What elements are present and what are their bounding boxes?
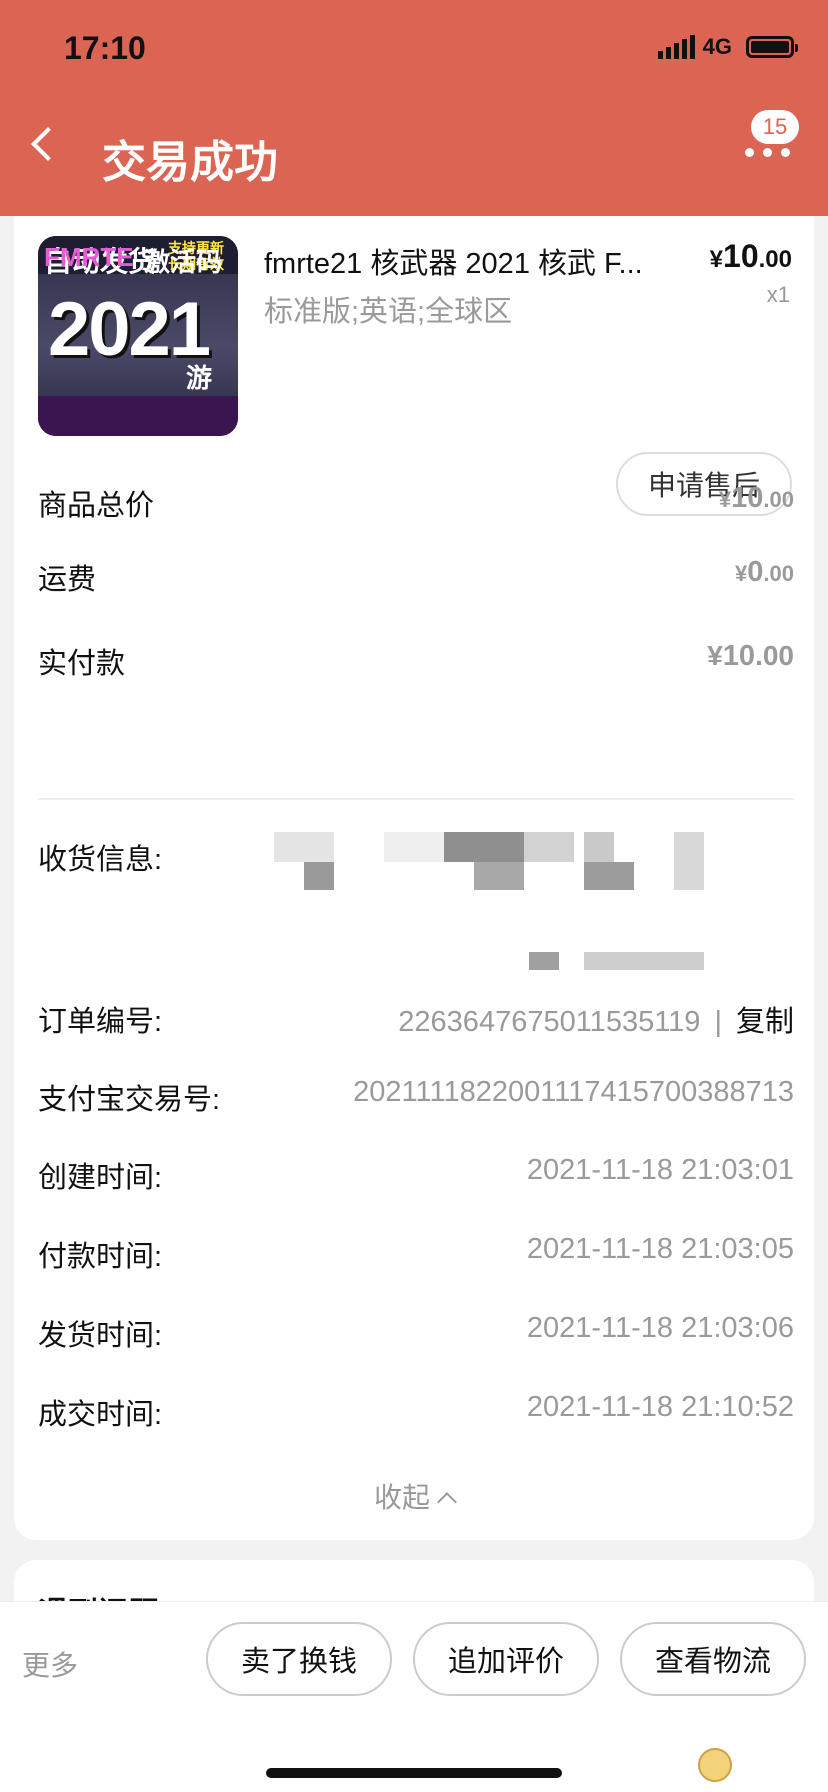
total-price-value: ¥10.00 xyxy=(718,482,794,514)
battery-icon xyxy=(746,36,798,58)
shipping-fee-label: 运费 xyxy=(38,564,97,596)
more-button[interactable]: 更多 xyxy=(22,1644,78,1684)
shipped-time-label: 发货时间: xyxy=(38,1320,163,1352)
product-quantity: x1 xyxy=(766,282,790,307)
product-sku: 标准版;英语;全球区 xyxy=(264,296,513,328)
order-number: 2263647675011535119 xyxy=(398,1006,701,1038)
order-card: 自动发货 支持更新 长期有效 2021 游 FMRTE 激活码 fmrte21 … xyxy=(14,216,814,1540)
alipay-number-row: 支付宝交易号: 2021111822001117415700388713 xyxy=(38,1076,794,1126)
back-icon[interactable] xyxy=(31,127,65,161)
divider xyxy=(38,798,794,800)
shipping-info-label: 收货信息: xyxy=(38,844,163,876)
network-label: 4G xyxy=(702,34,732,59)
product-price: ¥10.00 xyxy=(709,238,792,274)
order-number-row: 订单编号: 2263647675011535119 | 复制 xyxy=(38,998,794,1048)
add-review-button[interactable]: 追加评价 xyxy=(413,1622,599,1696)
created-time-value: 2021-11-18 21:03:01 xyxy=(526,1154,794,1186)
chevron-up-icon xyxy=(437,1492,457,1512)
paid-amount-value: ¥10.00 xyxy=(707,640,794,672)
paid-time-label: 付款时间: xyxy=(38,1241,163,1273)
product-image-year: 2021 xyxy=(48,287,211,372)
collapse-toggle[interactable]: 收起 xyxy=(14,1476,814,1516)
status-icons: 4G xyxy=(657,34,798,60)
shipped-time-row: 发货时间: 2021-11-18 21:03:06 xyxy=(38,1312,794,1362)
closed-time-label: 成交时间: xyxy=(38,1399,163,1431)
paid-time-value: 2021-11-18 21:03:05 xyxy=(526,1233,794,1265)
closed-time-row: 成交时间: 2021-11-18 21:10:52 xyxy=(38,1391,794,1441)
view-logistics-button[interactable]: 查看物流 xyxy=(620,1622,806,1696)
product-image[interactable]: 自动发货 支持更新 长期有效 2021 游 FMRTE 激活码 xyxy=(38,236,238,436)
page-title: 交易成功 xyxy=(102,138,278,187)
shipping-fee-row: 运费 ¥0.00 xyxy=(38,556,794,606)
header-bar: 17:10 4G 交易成功 15 xyxy=(0,0,828,216)
created-time-label: 创建时间: xyxy=(38,1162,163,1194)
copy-button[interactable]: 复制 xyxy=(736,1006,794,1038)
created-time-row: 创建时间: 2021-11-18 21:03:01 xyxy=(38,1154,794,1204)
product-name[interactable]: fmrte21 核武器 2021 核武 F... xyxy=(264,240,684,282)
product-image-brand: FMRTE xyxy=(44,242,134,272)
mascot-icon xyxy=(698,1748,732,1782)
closed-time-value: 2021-11-18 21:10:52 xyxy=(526,1391,794,1423)
collapse-label: 收起 xyxy=(373,1482,430,1513)
alipay-number-value: 2021111822001117415700388713 xyxy=(353,1076,794,1108)
bottom-action-bar: 更多 卖了换钱 追加评价 查看物流 xyxy=(0,1602,828,1792)
total-price-row: 商品总价 ¥10.00 xyxy=(38,482,794,532)
order-number-value: 2263647675011535119 | 复制 xyxy=(398,998,794,1040)
product-image-caption: 激活码 xyxy=(144,247,223,277)
home-indicator xyxy=(266,1768,562,1778)
sell-button[interactable]: 卖了换钱 xyxy=(206,1622,392,1696)
redacted-address xyxy=(274,832,804,992)
order-number-label: 订单编号: xyxy=(38,1006,163,1038)
more-menu-icon[interactable] xyxy=(745,148,790,157)
paid-time-row: 付款时间: 2021-11-18 21:03:05 xyxy=(38,1233,794,1283)
total-price-label: 商品总价 xyxy=(38,490,155,522)
signal-icon xyxy=(657,35,695,59)
shipped-time-value: 2021-11-18 21:03:06 xyxy=(526,1312,794,1344)
message-badge[interactable]: 15 xyxy=(751,110,799,144)
product-image-logo: 游 xyxy=(186,363,213,393)
alipay-number-label: 支付宝交易号: xyxy=(38,1084,221,1116)
shipping-fee-value: ¥0.00 xyxy=(735,556,794,588)
paid-amount-row: 实付款 ¥10.00 xyxy=(38,640,794,690)
status-time: 17:10 xyxy=(64,30,146,66)
paid-amount-label: 实付款 xyxy=(38,648,126,680)
copy-separator: | xyxy=(714,1006,722,1038)
